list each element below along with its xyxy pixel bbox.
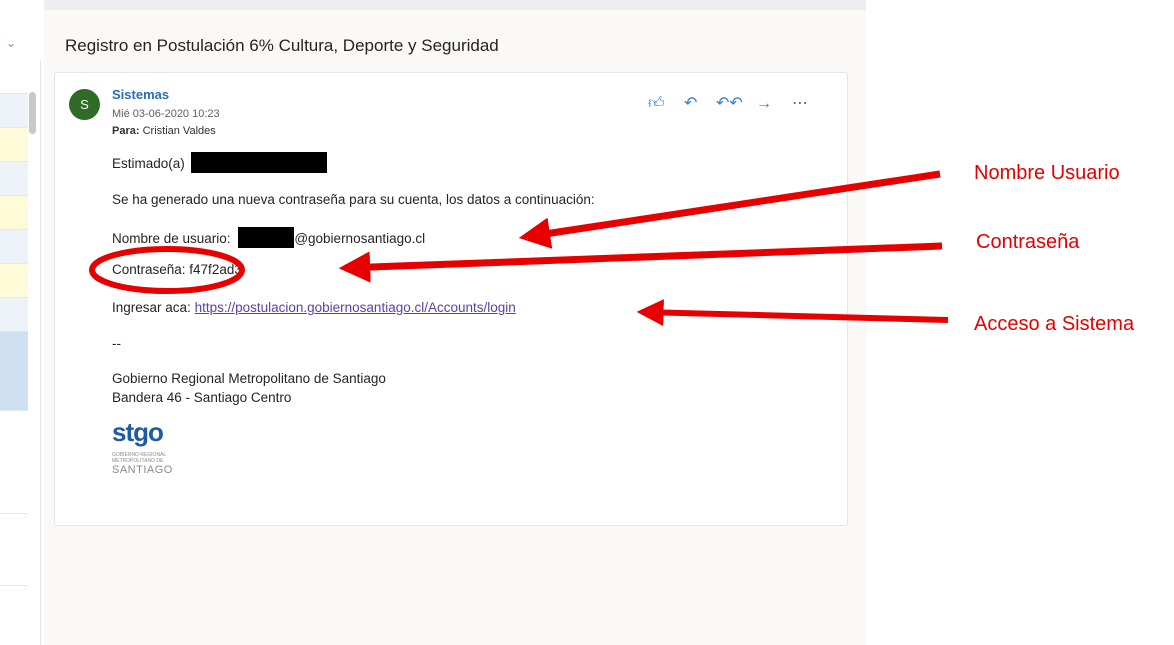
org-logo: stgo GOBIERNO REGIONAL METROPOLITANO DE … <box>112 417 182 476</box>
list-item[interactable] <box>0 162 28 196</box>
divider <box>40 60 41 645</box>
signature-address: Bandera 46 - Santiago Centro <box>112 390 292 405</box>
password-line: Contraseña: f47f2ad3 <box>112 262 242 277</box>
reading-pane: Registro en Postulación 6% Cultura, Depo… <box>44 0 866 645</box>
list-item[interactable] <box>0 230 28 264</box>
recipient-line: Para: Cristian Valdes <box>112 125 216 137</box>
username-line: Nombre de usuario: @gobiernosantiago.cl <box>112 227 425 248</box>
email-card: S Sistemas Mié 03-06-2020 10:23 Para: Cr… <box>54 72 848 526</box>
recipient-name[interactable]: Cristian Valdes <box>143 125 216 137</box>
login-label: Ingresar aca: <box>112 300 191 315</box>
reply-icon[interactable]: ↶ <box>684 94 697 114</box>
intro-text: Se ha generado una nueva contraseña para… <box>112 192 595 207</box>
signature-org: Gobierno Regional Metropolitano de Santi… <box>112 371 386 386</box>
top-bar <box>44 0 866 10</box>
annotation-username: Nombre Usuario <box>974 162 1120 184</box>
logo-small-text: GOBIERNO REGIONAL METROPOLITANO DE <box>112 452 166 464</box>
email-subject: Registro en Postulación 6% Cultura, Depo… <box>65 36 499 55</box>
signature-separator: -- <box>112 336 121 351</box>
message-list-strip: ⌄ <box>0 0 43 645</box>
scrollbar-thumb[interactable] <box>29 92 36 134</box>
list-item[interactable] <box>0 60 28 94</box>
to-label: Para: <box>112 125 140 137</box>
list-item[interactable] <box>0 552 28 586</box>
logo-city: SANTIAGO <box>112 464 173 476</box>
login-line: Ingresar aca: https://postulacion.gobier… <box>112 300 516 315</box>
username-label: Nombre de usuario: <box>112 231 231 246</box>
logo-text: stgo <box>112 417 164 447</box>
list-item[interactable] <box>0 196 28 230</box>
list-item[interactable] <box>0 94 28 128</box>
list-item-selected[interactable] <box>0 332 28 411</box>
forward-icon[interactable]: → <box>756 94 772 114</box>
sender-name[interactable]: Sistemas <box>112 87 169 102</box>
avatar[interactable]: S <box>69 89 100 120</box>
greeting-line: Estimado(a) <box>112 152 327 173</box>
chevron-down-icon[interactable]: ⌄ <box>6 36 16 50</box>
greeting-text: Estimado(a) <box>112 156 185 171</box>
username-domain: @gobiernosantiago.cl <box>294 231 426 246</box>
login-link[interactable]: https://postulacion.gobiernosantiago.cl/… <box>195 300 516 315</box>
more-icon[interactable]: ⋯ <box>792 94 808 114</box>
list-item[interactable] <box>0 298 28 332</box>
list-item[interactable] <box>0 128 28 162</box>
reply-all-icon[interactable]: ↶↶ <box>716 94 743 114</box>
annotation-password: Contraseña <box>976 231 1080 253</box>
list-item[interactable] <box>0 480 28 514</box>
like-icon[interactable]: 👍︎ <box>648 94 665 114</box>
list-item[interactable] <box>0 264 28 298</box>
redaction-block <box>238 227 295 248</box>
redaction-block <box>190 152 327 173</box>
annotation-access: Acceso a Sistema <box>974 313 1135 335</box>
email-date: Mié 03-06-2020 10:23 <box>112 108 220 120</box>
